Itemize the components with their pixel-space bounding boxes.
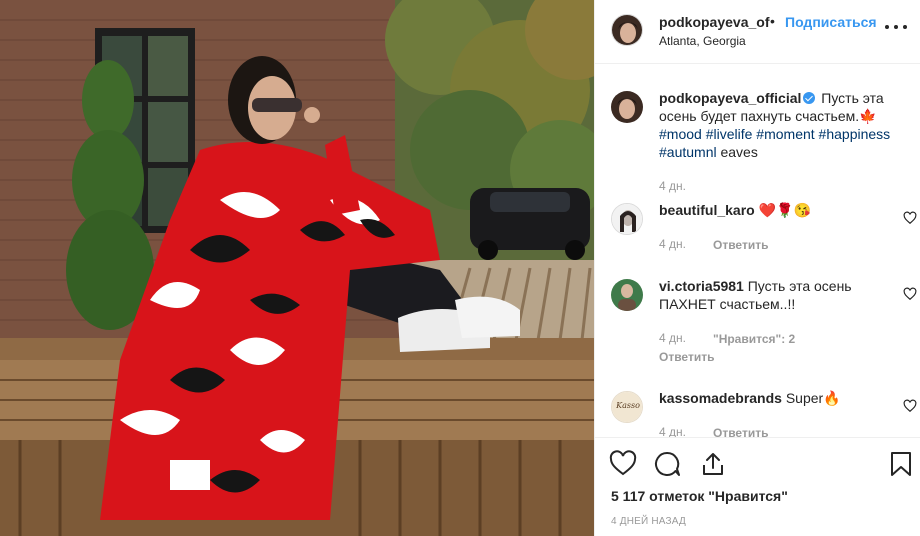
heart-icon[interactable] (609, 450, 637, 478)
caption-username[interactable]: podkopayeva_official (659, 90, 801, 106)
comment-like-heart-icon[interactable] (903, 211, 917, 225)
post-location[interactable]: Atlanta, Georgia (659, 34, 746, 48)
hashtag-link[interactable]: #livelife (706, 126, 753, 142)
like-count[interactable]: 5 117 отметок "Нравится" (611, 488, 788, 504)
author-username[interactable]: podkopayeva_of (659, 14, 769, 30)
comment-text-line1: Пусть эта осень (747, 278, 852, 294)
post-photo-image (0, 0, 594, 536)
caption-time[interactable]: 4 дн. (659, 179, 686, 193)
maple-leaf-emoji: 🍁 (859, 108, 877, 124)
commenter-avatar-image (612, 204, 642, 234)
comment-username[interactable]: vi.ctoria5981 (659, 278, 744, 294)
comment-time[interactable]: 4 дн. (659, 331, 686, 345)
caption-text-line1: Пусть эта (821, 90, 884, 106)
commenter-avatar[interactable]: Kasso (611, 391, 643, 423)
header-separator: • (770, 13, 775, 29)
hashtag-link[interactable]: #autumnl (659, 144, 717, 160)
author-avatar[interactable] (611, 14, 643, 46)
post-header: podkopayeva_of • Подписаться Atlanta, Ge… (595, 0, 920, 64)
caption-avatar[interactable] (611, 91, 643, 123)
comment-like-heart-icon[interactable] (903, 399, 917, 413)
hashtag-link[interactable]: #moment (756, 126, 814, 142)
reply-button[interactable]: Ответить (659, 350, 714, 364)
comment-username[interactable]: kassomadebrands (659, 390, 782, 406)
comment-text: Super🔥 (785, 390, 841, 406)
bookmark-icon[interactable] (887, 450, 915, 478)
hashtag-link[interactable]: #mood (659, 126, 702, 142)
commenter-avatar[interactable] (611, 279, 643, 311)
comment-icon[interactable] (653, 450, 681, 478)
comment-like-heart-icon[interactable] (903, 287, 917, 301)
reply-button[interactable]: Ответить (713, 238, 768, 252)
follow-button[interactable]: Подписаться (785, 14, 877, 30)
more-icon[interactable] (885, 22, 907, 32)
post-date[interactable]: 4 ДНЕЙ НАЗАД (611, 516, 686, 527)
kasso-logo-text: Kasso (616, 401, 640, 410)
author-avatar-image (612, 15, 642, 45)
hashtag-link[interactable]: #happiness (819, 126, 891, 142)
share-icon[interactable] (699, 450, 727, 478)
comment-username[interactable]: beautiful_karo (659, 202, 755, 218)
post-actions: 5 117 отметок "Нравится" 4 ДНЕЙ НАЗАД (595, 437, 920, 536)
post-photo[interactable] (0, 0, 594, 536)
comment-time[interactable]: 4 дн. (659, 425, 686, 437)
caption-avatar-image (611, 91, 643, 123)
commenter-avatar-image (611, 279, 643, 311)
comment-time[interactable]: 4 дн. (659, 237, 686, 251)
caption-text-line2: осень будет пахнуть счастьем. (659, 108, 860, 124)
reply-button[interactable]: Ответить (713, 426, 768, 437)
comment-likes[interactable]: "Нравится": 2 (713, 332, 795, 346)
post-side-panel: podkopayeva_of • Подписаться Atlanta, Ge… (594, 0, 920, 536)
verified-badge-icon (803, 92, 816, 104)
commenter-avatar[interactable] (611, 203, 643, 235)
comments-list[interactable]: podkopayeva_official Пусть эта осень буд… (595, 65, 920, 437)
comment-text-line2: ПАХНЕТ счастьем..!! (659, 296, 796, 312)
comment-text: ❤️🌹😘 (758, 202, 811, 218)
caption-trailing: eaves (720, 144, 758, 160)
